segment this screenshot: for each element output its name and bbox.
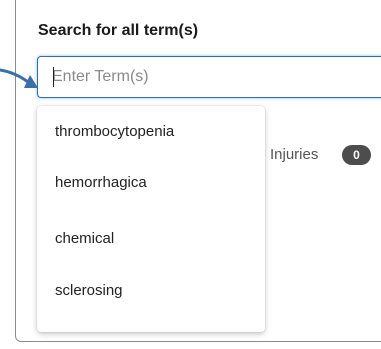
text-caret xyxy=(53,67,54,87)
suggestions-dropdown: thrombocytopenia hemorrhagica chemical s… xyxy=(37,106,265,332)
search-input[interactable] xyxy=(37,56,381,98)
suggestion-item[interactable]: thrombocytopenia xyxy=(55,123,174,140)
arrow-pointer-icon xyxy=(0,68,38,88)
search-label: Search for all term(s) xyxy=(38,22,199,39)
suggestion-item[interactable]: sclerosing xyxy=(55,282,123,299)
injuries-count-badge: 0 xyxy=(342,145,371,165)
suggestion-item[interactable]: chemical xyxy=(55,230,114,247)
suggestion-item[interactable]: hemorrhagica xyxy=(55,174,147,191)
injuries-label[interactable]: Injuries xyxy=(270,146,318,163)
screenshot-stage: Search for all term(s) Injuries 0 thromb… xyxy=(0,0,381,349)
